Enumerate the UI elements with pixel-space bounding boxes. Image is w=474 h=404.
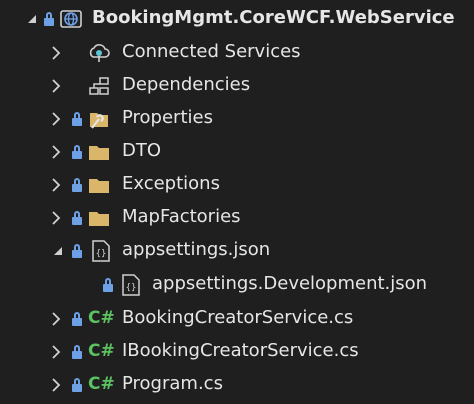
- collapsed-chevron-icon[interactable]: [48, 375, 64, 395]
- tree-item-exceptions[interactable]: Exceptions: [0, 168, 474, 201]
- folder-icon: [88, 174, 110, 196]
- tree-item-appsettings-json[interactable]: {} appsettings.json: [0, 234, 474, 267]
- svg-text:{}: {}: [96, 249, 107, 259]
- tree-item-properties[interactable]: Properties: [0, 102, 474, 135]
- lock-icon: [72, 312, 82, 326]
- tree-item-label: Exceptions: [122, 173, 220, 194]
- collapsed-chevron-icon[interactable]: [48, 76, 64, 96]
- tree-item-dependencies[interactable]: Dependencies: [0, 69, 474, 102]
- lock-icon: [72, 345, 82, 359]
- tree-item-dto[interactable]: DTO: [0, 135, 474, 168]
- lock-icon: [103, 278, 113, 292]
- collapsed-chevron-icon[interactable]: [48, 309, 64, 329]
- tree-item-label: appsettings.Development.json: [152, 273, 428, 294]
- expanded-chevron-icon[interactable]: [24, 9, 40, 29]
- collapsed-chevron-icon[interactable]: [48, 109, 64, 129]
- tree-item-appsettings-development-json[interactable]: {} appsettings.Development.json: [0, 268, 474, 301]
- lock-icon: [72, 378, 82, 392]
- csharp-file-icon: C#: [88, 374, 115, 394]
- csharp-file-icon: C#: [88, 308, 115, 328]
- lock-icon: [72, 145, 82, 159]
- tree-item-label: Connected Services: [122, 41, 301, 62]
- dependencies-icon: [88, 75, 110, 97]
- csharp-file-icon: C#: [88, 341, 115, 361]
- json-file-icon: {}: [120, 274, 142, 296]
- lock-icon: [72, 112, 82, 126]
- lock-icon: [72, 178, 82, 192]
- tree-item-label: Dependencies: [122, 74, 251, 95]
- tree-item-label: Program.cs: [122, 373, 223, 394]
- folder-icon: [88, 141, 110, 163]
- expanded-chevron-icon[interactable]: [50, 241, 66, 261]
- tree-item-label: IBookingCreatorService.cs: [122, 340, 359, 361]
- collapsed-chevron-icon[interactable]: [48, 208, 64, 228]
- lock-icon: [72, 211, 82, 225]
- collapsed-chevron-icon[interactable]: [48, 142, 64, 162]
- tree-item-program-cs[interactable]: C# Program.cs: [0, 368, 474, 401]
- tree-item-bookingcreatorservice-cs[interactable]: C# BookingCreatorService.cs: [0, 302, 474, 335]
- tree-item-label: BookingCreatorService.cs: [122, 307, 354, 328]
- lock-icon: [44, 12, 54, 26]
- collapsed-chevron-icon[interactable]: [48, 342, 64, 362]
- tree-item-ibookingcreatorservice-cs[interactable]: C# IBookingCreatorService.cs: [0, 335, 474, 368]
- tree-item-connected-services[interactable]: Connected Services: [0, 36, 474, 69]
- properties-folder-icon: [88, 108, 110, 130]
- folder-icon: [88, 207, 110, 229]
- collapsed-chevron-icon[interactable]: [48, 175, 64, 195]
- tree-item-label: DTO: [122, 140, 162, 161]
- connected-services-icon: [88, 42, 110, 64]
- project-name: BookingMgmt.CoreWCF.WebService: [92, 7, 455, 28]
- svg-text:{}: {}: [126, 283, 137, 293]
- lock-icon: [72, 244, 82, 258]
- tree-item-label: MapFactories: [122, 206, 241, 227]
- solution-explorer-tree: BookingMgmt.CoreWCF.WebService Connected…: [0, 0, 474, 404]
- tree-item-mapfactories[interactable]: MapFactories: [0, 201, 474, 234]
- tree-root-project[interactable]: BookingMgmt.CoreWCF.WebService: [0, 2, 474, 35]
- collapsed-chevron-icon[interactable]: [48, 43, 64, 63]
- tree-item-label: appsettings.json: [122, 239, 271, 260]
- json-file-icon: {}: [90, 240, 112, 262]
- globe-project-icon: [60, 8, 82, 30]
- tree-item-label: Properties: [122, 107, 213, 128]
